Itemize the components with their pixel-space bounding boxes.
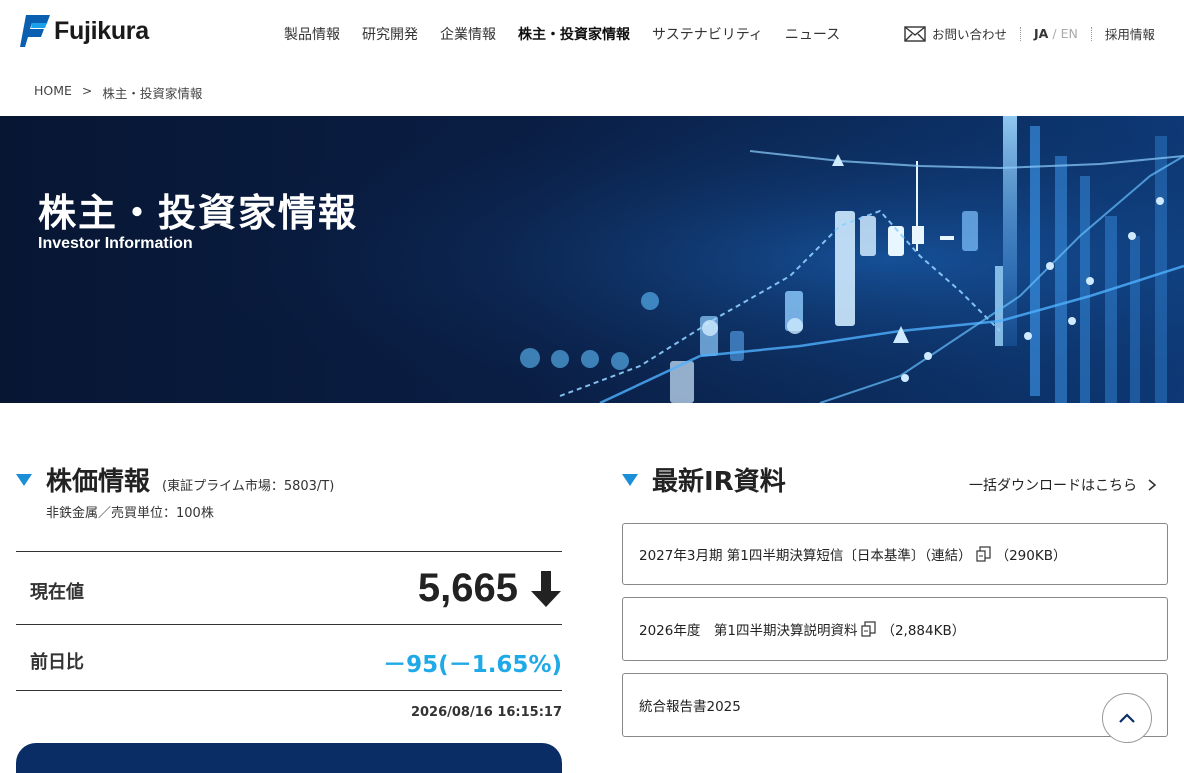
nav-products[interactable]: 製品情報 bbox=[284, 24, 340, 44]
stock-market-note: (東証プライム市場：5803/T) bbox=[162, 479, 335, 494]
breadcrumb-current: 株主・投資家情報 bbox=[102, 86, 203, 101]
arrow-down-icon bbox=[531, 571, 561, 607]
change-label: 前日比 bbox=[30, 652, 84, 673]
breadcrumb: HOME > 株主・投資家情報 bbox=[34, 83, 202, 102]
site-header: Fujikura 製品情報 研究開発 企業情報 株主・投資家情報 サステナビリテ… bbox=[0, 0, 1184, 68]
hero-banner: 株主・投資家情報 Investor Information bbox=[0, 116, 1184, 403]
chevron-up-icon bbox=[1119, 713, 1135, 723]
ir-item-label: 2026年度 第1四半期決算説明資料 bbox=[639, 623, 858, 639]
breadcrumb-home[interactable]: HOME bbox=[34, 83, 72, 102]
ir-item-label: 統合報告書2025 bbox=[639, 699, 741, 715]
mail-icon bbox=[904, 25, 926, 42]
stock-section-heading: 株価情報 (東証プライム市場：5803/T) bbox=[16, 461, 334, 498]
contact-link[interactable]: お問い合わせ bbox=[904, 24, 1007, 43]
triangle-marker-icon bbox=[16, 473, 32, 486]
ir-title: 最新IR資料 bbox=[652, 467, 786, 497]
ir-section-heading: 最新IR資料 bbox=[622, 461, 786, 498]
pdf-icon bbox=[861, 621, 877, 637]
stock-title: 株価情報 bbox=[46, 467, 151, 497]
lang-slash: / bbox=[1052, 26, 1057, 41]
nav-company[interactable]: 企業情報 bbox=[440, 24, 496, 44]
chevron-right-icon bbox=[1148, 479, 1157, 491]
bulk-download-label: 一括ダウンロードはこちら bbox=[969, 478, 1137, 494]
stock-chart-background-image bbox=[0, 116, 1184, 403]
divider bbox=[1090, 26, 1092, 41]
utility-nav: お問い合わせ JA / EN 採用情報 bbox=[904, 24, 1155, 43]
change-row: 前日比 －95(－1.65%) bbox=[16, 624, 562, 691]
stock-detail-button[interactable] bbox=[16, 743, 562, 773]
ir-item[interactable]: 2026年度 第1四半期決算説明資料 （2,884KB） bbox=[622, 597, 1168, 661]
change-value: －95(－1.65%) bbox=[383, 652, 562, 678]
stock-subinfo: 非鉄金属／売買単位：100株 bbox=[46, 506, 214, 521]
current-price-row: 現在値 5,665 bbox=[16, 551, 562, 624]
nav-sustainability[interactable]: サステナビリティ bbox=[652, 24, 763, 44]
nav-news[interactable]: ニュース bbox=[785, 24, 840, 44]
current-price-label: 現在値 bbox=[30, 582, 84, 603]
ir-item-label: 2027年3月期 第1四半期決算短信〔日本基準〕（連結） bbox=[639, 548, 972, 564]
divider bbox=[1020, 26, 1022, 41]
contact-label: お問い合わせ bbox=[932, 27, 1008, 42]
ir-item-size: （290KB） bbox=[995, 548, 1067, 564]
nav-investors[interactable]: 株主・投資家情報 bbox=[518, 24, 630, 44]
triangle-marker-icon bbox=[622, 473, 638, 486]
nav-research[interactable]: 研究開発 bbox=[362, 24, 418, 44]
fujikura-logo[interactable]: Fujikura bbox=[20, 15, 149, 47]
hero-subtitle: Investor Information bbox=[38, 235, 193, 252]
logo-text: Fujikura bbox=[54, 16, 149, 45]
stock-table: 現在値 5,665 前日比 －95(－1.65%) bbox=[16, 551, 562, 691]
logo-mark-icon bbox=[20, 15, 50, 47]
ir-item[interactable]: 2027年3月期 第1四半期決算短信〔日本基準〕（連結） （290KB） bbox=[622, 523, 1168, 585]
recruit-link[interactable]: 採用情報 bbox=[1105, 24, 1155, 43]
ir-item-size: （2,884KB） bbox=[881, 623, 966, 639]
current-price-value: 5,665 bbox=[417, 566, 518, 610]
bulk-download-link[interactable]: 一括ダウンロードはこちら bbox=[969, 475, 1159, 495]
pdf-icon bbox=[975, 546, 991, 562]
lang-en[interactable]: EN bbox=[1061, 26, 1078, 41]
breadcrumb-separator: > bbox=[81, 83, 93, 98]
hero-title: 株主・投資家情報 bbox=[38, 191, 359, 235]
global-nav: 製品情報 研究開発 企業情報 株主・投資家情報 サステナビリティ ニュース bbox=[284, 24, 862, 44]
back-to-top-button[interactable] bbox=[1102, 693, 1152, 743]
lang-ja[interactable]: JA bbox=[1034, 26, 1048, 41]
ir-item[interactable]: 統合報告書2025 bbox=[622, 673, 1168, 737]
price-timestamp: 2026/08/16 16:15:17 bbox=[410, 705, 562, 720]
